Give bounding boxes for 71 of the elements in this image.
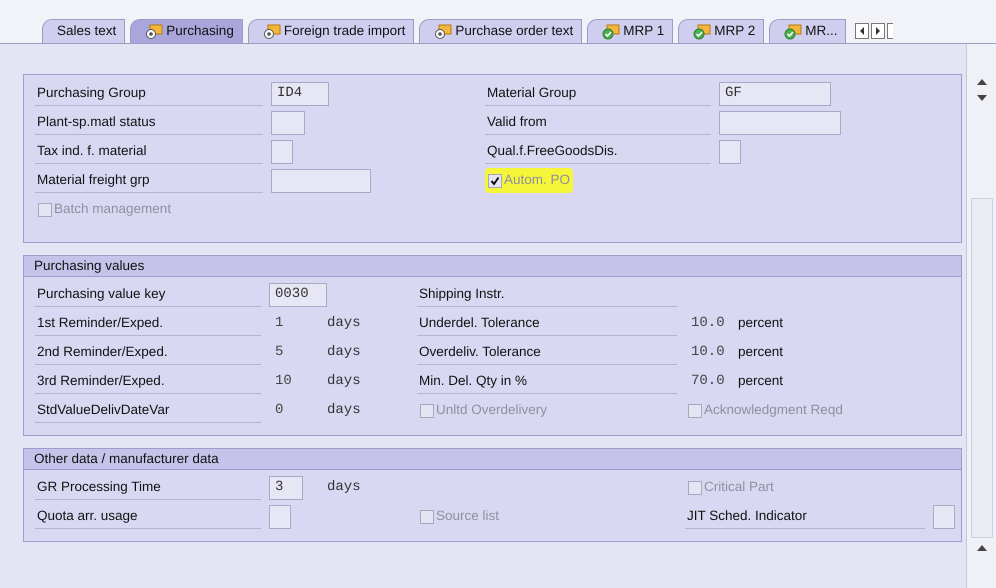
unit-label: percent [738,372,784,390]
field-label: Purchasing value key [35,282,261,307]
field-label: Purchasing Group [35,81,263,106]
field-label: 2nd Reminder/Exped. [35,340,261,365]
input-field[interactable]: 0030 [269,282,327,306]
scroll-down-icon[interactable] [976,94,986,102]
field-label: Shipping Instr. [417,282,677,307]
group-title: Purchasing values [24,256,961,277]
field-label: Material Group [485,81,711,106]
unit-label: days [327,372,361,391]
unit-label: days [327,478,361,497]
checkmark-icon [490,176,500,186]
tab-list-button[interactable] [887,23,894,39]
input-field[interactable] [719,140,741,164]
field-value: 10.0 [691,343,725,362]
unit-label: days [327,343,361,362]
field-value: 10.0 [691,314,725,333]
field-label: GR Processing Time [35,475,261,500]
field-label: Material freight grp [35,168,263,193]
input-field[interactable] [719,110,841,134]
input-field[interactable]: GF [719,82,831,106]
field-label: Tax ind. f. material [35,139,263,164]
unit-label: percent [738,343,784,362]
field-value: 0 [275,401,284,420]
right-arrow-icon [875,27,882,35]
field-label: Underdel. Tolerance [417,311,677,336]
folder-check-icon [784,24,802,40]
field-value: 10 [275,372,292,391]
field-label: StdValueDelivDateVar [35,398,261,423]
field-label: Valid from [485,110,711,135]
folder-check-icon [602,24,620,40]
field-label: Qual.f.FreeGoodsDis. [485,139,711,164]
folder-gear-icon [262,24,281,40]
input-field[interactable]: ID4 [271,82,329,106]
input-field[interactable] [271,140,293,164]
field-label: JIT Sched. Indicator [685,504,925,529]
scroll-right-button[interactable] [871,23,886,39]
input-field[interactable] [933,504,955,528]
field-value: 5 [275,343,284,362]
left-arrow-icon [859,27,866,35]
tab[interactable]: Purchase order text [419,19,582,43]
field-label: Overdeliv. Tolerance [417,340,677,365]
field-value: 70.0 [691,372,725,391]
unit-label: days [327,401,361,420]
input-field[interactable] [269,504,291,528]
tab[interactable]: Sales text [42,19,126,43]
field-label: Quota arr. usage [35,504,261,529]
input-field[interactable] [271,168,371,192]
scroll-up-icon[interactable] [976,78,986,86]
field-value: 1 [275,314,284,333]
scroll-left-button[interactable] [855,23,870,39]
tab[interactable]: MRP 2 [678,19,764,43]
group-title: Other data / manufacturer data [24,449,961,470]
tab[interactable]: MRP 1 [587,19,674,43]
scroll-thumb[interactable] [970,198,992,538]
input-field[interactable] [271,110,305,134]
field-label: Min. Del. Qty in % [417,369,677,394]
scroll-up-icon[interactable] [976,544,986,552]
unit-label: percent [738,314,784,332]
folder-gear-icon [145,24,164,40]
folder-check-icon [693,24,712,40]
field-label: 1st Reminder/Exped. [35,311,261,336]
field-label: 3rd Reminder/Exped. [35,369,261,394]
folder-gear-icon [434,24,452,40]
tab[interactable]: Foreign trade import [248,19,414,43]
input-field[interactable]: 3 [269,476,303,500]
tab[interactable]: MR... [769,19,846,43]
vertical-scrollbar[interactable] [966,44,996,588]
unit-label: days [327,314,361,333]
field-label: Plant-sp.matl status [35,110,263,135]
tab[interactable]: Purchasing [130,19,243,43]
